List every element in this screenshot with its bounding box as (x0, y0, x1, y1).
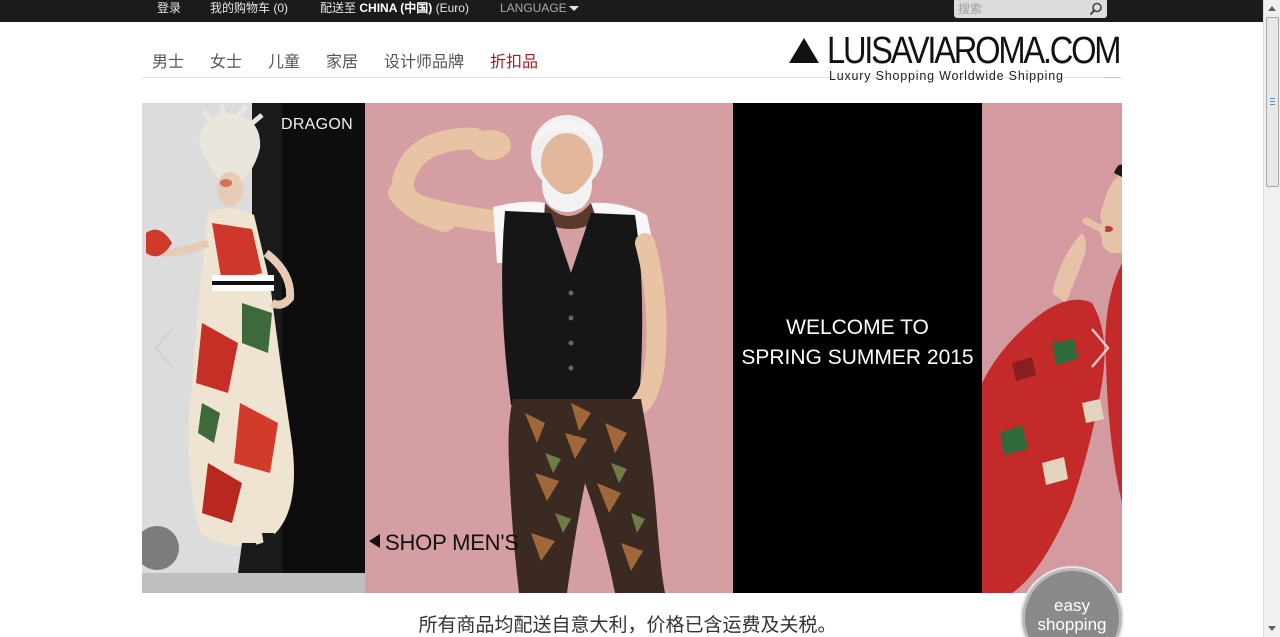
hero-panel-men[interactable]: SHOP MEN'S (365, 103, 733, 593)
caret-down-icon (568, 6, 579, 11)
shop-mens-link[interactable]: SHOP MEN'S (369, 530, 519, 556)
language-selector[interactable]: LANGUAGE (500, 0, 579, 22)
search-box (954, 0, 1107, 18)
logo-tagline: Luxury Shopping Worldwide Shipping (829, 69, 1064, 83)
nav-item-women[interactable]: 女士 (210, 48, 242, 72)
nav-item-home[interactable]: 家居 (326, 48, 358, 72)
scrollbar-grip-icon (1270, 98, 1275, 105)
nav-item-men[interactable]: 男士 (152, 48, 184, 72)
dragon-label: DRAGON (280, 116, 353, 133)
logo-triangle-icon (789, 38, 819, 63)
shipping-notice-text: 所有商品均配送自意大利，价格已含运费及关税。 (418, 615, 837, 636)
welcome-line-1: WELCOME TO (786, 316, 929, 339)
cart-link[interactable]: 我的购物车 (0) (210, 0, 288, 22)
welcome-line-2: SPRING SUMMER 2015 (741, 346, 974, 369)
welcome-text: WELCOME TO SPRING SUMMER 2015 (733, 313, 982, 373)
login-link[interactable]: 登录 (157, 0, 181, 22)
hero-carousel: DRAGON SHOP MEN'S WELCOME TO SPRING SUMM… (142, 103, 1122, 593)
ship-to-label: 配送至 (320, 1, 357, 15)
men-model-image (365, 103, 733, 593)
easy-shopping-line-1: easy (1054, 596, 1090, 615)
scroll-up-icon[interactable] (1264, 0, 1280, 17)
nav-item-designers[interactable]: 设计师品牌 (384, 48, 464, 72)
top-bar: 登录 我的购物车 (0) 配送至 CHINA (中国) (Euro) LANGU… (0, 0, 1263, 22)
language-label: LANGUAGE (500, 1, 567, 15)
easy-shopping-line-2: shopping (1037, 615, 1107, 634)
scrollbar-thumb[interactable] (1266, 17, 1279, 187)
hero-panel-welcome[interactable]: WELCOME TO SPRING SUMMER 2015 (733, 103, 982, 593)
shop-mens-arrow-icon (369, 534, 380, 548)
ship-to-selector[interactable]: 配送至 CHINA (中国) (Euro) (320, 0, 469, 22)
ship-country: CHINA (中国) (359, 1, 433, 15)
shop-mens-label: SHOP MEN'S (385, 530, 519, 555)
search-icon[interactable] (1089, 2, 1103, 16)
scroll-down-icon[interactable] (1264, 620, 1280, 637)
logo-rule (1105, 77, 1119, 78)
search-input[interactable] (958, 1, 1083, 17)
carousel-prev-chevron-left-icon[interactable] (150, 325, 180, 371)
nav-item-kids[interactable]: 儿童 (268, 48, 300, 72)
nav-item-sale[interactable]: 折扣品 (490, 48, 538, 72)
site-logo[interactable]: LUISAVIAROMA.COM Luxury Shopping Worldwi… (789, 31, 1122, 85)
ship-currency: (Euro) (435, 1, 469, 15)
vertical-scrollbar[interactable] (1263, 0, 1280, 637)
logo-wordmark: LUISAVIAROMA.COM (827, 30, 1122, 72)
carousel-next-chevron-right-icon[interactable] (1084, 325, 1114, 371)
